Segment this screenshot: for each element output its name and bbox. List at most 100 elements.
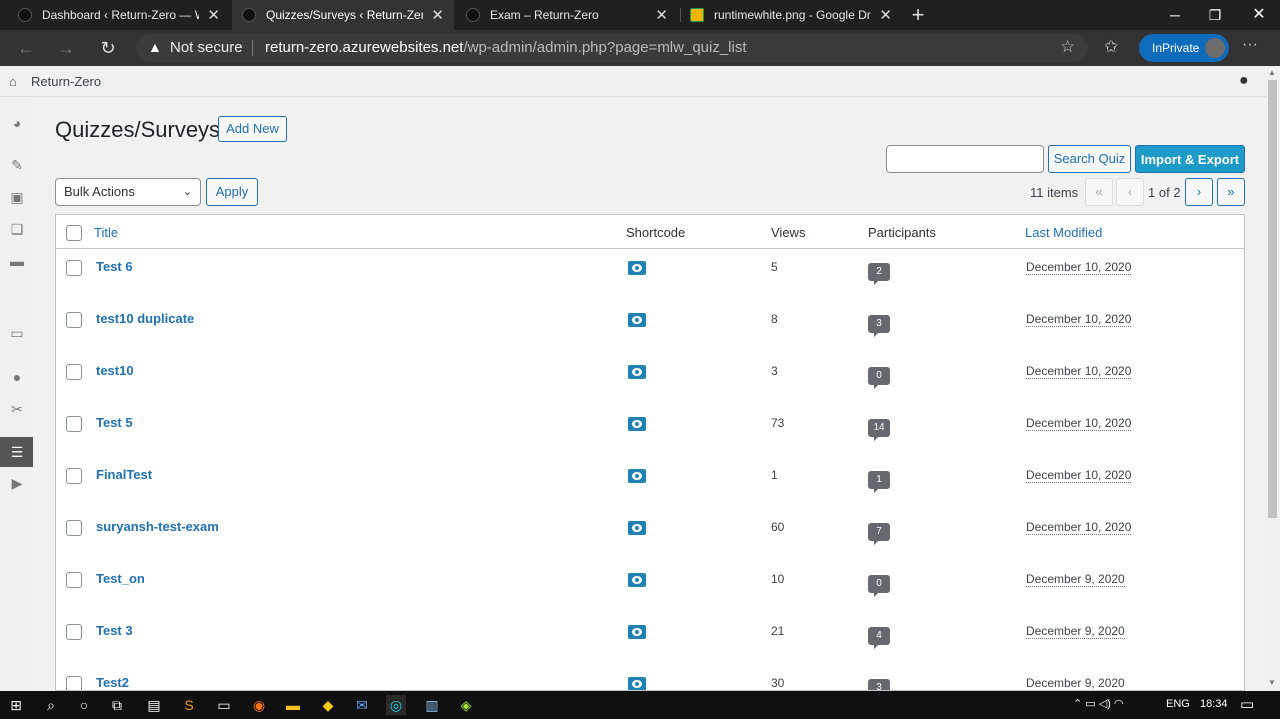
notification-icon[interactable]: ▭ bbox=[1240, 695, 1254, 713]
add-new-button[interactable]: Add New bbox=[218, 116, 287, 142]
shortcode-eye-icon[interactable] bbox=[628, 313, 646, 327]
participants-badge[interactable]: 3 bbox=[868, 679, 890, 690]
row-checkbox[interactable] bbox=[66, 676, 82, 690]
system-tray-icon[interactable]: ⌃ ▭ ◁) ◠ bbox=[1073, 697, 1124, 710]
language-indicator[interactable]: ENG bbox=[1166, 698, 1190, 710]
shortcode-eye-icon[interactable] bbox=[628, 625, 646, 639]
task-view-icon[interactable]: ⧉ bbox=[107, 695, 127, 715]
security-label[interactable]: Not secure bbox=[170, 39, 243, 56]
dashboard-icon[interactable]: ◕ bbox=[7, 113, 27, 133]
shortcode-eye-icon[interactable] bbox=[628, 417, 646, 431]
mail-icon[interactable]: ✉ bbox=[352, 695, 372, 715]
users-icon[interactable]: ● bbox=[7, 367, 27, 387]
favorites-icon[interactable]: ✩ bbox=[1104, 37, 1118, 57]
quiz-title-link[interactable]: Test2 bbox=[96, 675, 129, 690]
select-all-checkbox[interactable] bbox=[66, 225, 82, 241]
file-explorer-icon[interactable]: ▬ bbox=[283, 695, 303, 715]
participants-badge[interactable]: 3 bbox=[868, 315, 890, 337]
bulk-actions-select[interactable]: Bulk Actions ⌄ bbox=[55, 178, 201, 206]
last-page-button[interactable]: » bbox=[1217, 178, 1245, 206]
search-icon[interactable]: ⌕ bbox=[41, 695, 61, 715]
home-icon[interactable]: ⌂ bbox=[9, 74, 23, 89]
participants-badge[interactable]: 0 bbox=[868, 367, 890, 389]
tab-exam[interactable]: Exam – Return-Zero ✕ bbox=[456, 0, 678, 30]
tools-icon[interactable]: ✂ bbox=[7, 399, 27, 419]
url-text[interactable]: return-zero.azurewebsites.net/wp-admin/a… bbox=[265, 39, 747, 56]
quiz-title-link[interactable]: Test 6 bbox=[96, 259, 133, 274]
tab-google-drive[interactable]: runtimewhite.png - Google Drive ✕ bbox=[680, 0, 902, 30]
more-options-icon[interactable]: ··· bbox=[1242, 36, 1258, 54]
forward-icon[interactable]: → bbox=[52, 34, 80, 62]
site-name-link[interactable]: Return-Zero bbox=[31, 74, 101, 89]
store-icon[interactable]: ▤ bbox=[144, 695, 164, 715]
back-icon[interactable]: ← bbox=[12, 34, 40, 62]
quiz-title-link[interactable]: Test_on bbox=[96, 571, 145, 586]
shortcode-eye-icon[interactable] bbox=[628, 365, 646, 379]
shortcode-eye-icon[interactable] bbox=[628, 469, 646, 483]
scroll-down-icon[interactable]: ▼ bbox=[1268, 678, 1276, 687]
row-checkbox[interactable] bbox=[66, 520, 82, 536]
notepad-icon[interactable]: ▥ bbox=[422, 695, 442, 715]
sublime-icon[interactable]: S bbox=[179, 695, 199, 715]
close-window-icon[interactable]: ✕ bbox=[1236, 0, 1280, 30]
first-page-button[interactable]: « bbox=[1085, 178, 1113, 206]
scroll-up-icon[interactable]: ▲ bbox=[1268, 68, 1276, 77]
windows-start-icon[interactable]: ⊞ bbox=[6, 695, 26, 715]
participants-badge[interactable]: 7 bbox=[868, 523, 890, 545]
shortcode-eye-icon[interactable] bbox=[628, 521, 646, 535]
row-checkbox[interactable] bbox=[66, 364, 82, 380]
column-title[interactable]: Title bbox=[94, 225, 118, 240]
comments-icon[interactable]: ▬ bbox=[7, 251, 27, 271]
prev-page-button[interactable]: ‹ bbox=[1116, 178, 1144, 206]
participants-badge[interactable]: 4 bbox=[868, 627, 890, 649]
participants-badge[interactable]: 14 bbox=[868, 419, 890, 441]
warning-icon[interactable]: ▲ bbox=[148, 39, 164, 55]
quiz-title-link[interactable]: suryansh-test-exam bbox=[96, 519, 219, 534]
quiz-title-link[interactable]: test10 duplicate bbox=[96, 311, 194, 326]
favorite-star-icon[interactable]: ☆ bbox=[1060, 37, 1075, 57]
row-checkbox[interactable] bbox=[66, 260, 82, 276]
restore-icon[interactable]: ❐ bbox=[1192, 0, 1238, 30]
next-page-button[interactable]: › bbox=[1185, 178, 1213, 206]
quiz-title-link[interactable]: test10 bbox=[96, 363, 134, 378]
git-icon[interactable]: ◈ bbox=[456, 695, 476, 715]
quiz-title-link[interactable]: Test 5 bbox=[96, 415, 133, 430]
sticky-notes-icon[interactable]: ◆ bbox=[318, 695, 338, 715]
refresh-icon[interactable]: ↻ bbox=[94, 34, 122, 62]
cortana-icon[interactable]: ○ bbox=[74, 695, 94, 715]
quiz-title-link[interactable]: Test 3 bbox=[96, 623, 133, 638]
apply-button[interactable]: Apply bbox=[206, 178, 258, 206]
row-checkbox[interactable] bbox=[66, 624, 82, 640]
inprivate-button[interactable]: InPrivate bbox=[1139, 34, 1229, 62]
clock[interactable]: 18:34 bbox=[1200, 698, 1228, 710]
tab-dashboard[interactable]: Dashboard ‹ Return-Zero — Wor ✕ bbox=[8, 0, 230, 30]
play-icon[interactable]: ▶ bbox=[7, 473, 27, 493]
row-checkbox[interactable] bbox=[66, 416, 82, 432]
search-quiz-button[interactable]: Search Quiz bbox=[1048, 145, 1131, 173]
close-tab-icon[interactable]: ✕ bbox=[431, 6, 444, 24]
shortcode-eye-icon[interactable] bbox=[628, 261, 646, 275]
row-checkbox[interactable] bbox=[66, 572, 82, 588]
participants-badge[interactable]: 0 bbox=[868, 575, 890, 597]
row-checkbox[interactable] bbox=[66, 312, 82, 328]
media-icon[interactable]: ▣ bbox=[7, 187, 27, 207]
participants-badge[interactable]: 2 bbox=[868, 263, 890, 285]
terminal-icon[interactable]: ▭ bbox=[214, 695, 234, 715]
pages-icon[interactable]: ❏ bbox=[7, 219, 27, 239]
shortcode-eye-icon[interactable] bbox=[628, 573, 646, 587]
row-checkbox[interactable] bbox=[66, 468, 82, 484]
scrollbar-thumb[interactable] bbox=[1268, 80, 1277, 518]
app-icon[interactable]: ◉ bbox=[249, 695, 269, 715]
quiz-title-link[interactable]: FinalTest bbox=[96, 467, 152, 482]
close-tab-icon[interactable]: ✕ bbox=[879, 6, 892, 24]
edge-browser-icon[interactable]: ◎ bbox=[386, 695, 406, 715]
folder-icon[interactable]: ▭ bbox=[7, 323, 27, 343]
close-tab-icon[interactable]: ✕ bbox=[207, 6, 220, 24]
new-tab-icon[interactable]: + bbox=[905, 2, 931, 28]
tab-quizzes[interactable]: Quizzes/Surveys ‹ Return-Zero – ✕ bbox=[232, 0, 454, 30]
import-export-button[interactable]: Import & Export bbox=[1135, 145, 1245, 173]
search-input[interactable] bbox=[886, 145, 1044, 173]
user-account-icon[interactable]: ● bbox=[1239, 72, 1249, 90]
pin-icon[interactable]: ✎ bbox=[7, 155, 27, 175]
close-tab-icon[interactable]: ✕ bbox=[655, 6, 668, 24]
